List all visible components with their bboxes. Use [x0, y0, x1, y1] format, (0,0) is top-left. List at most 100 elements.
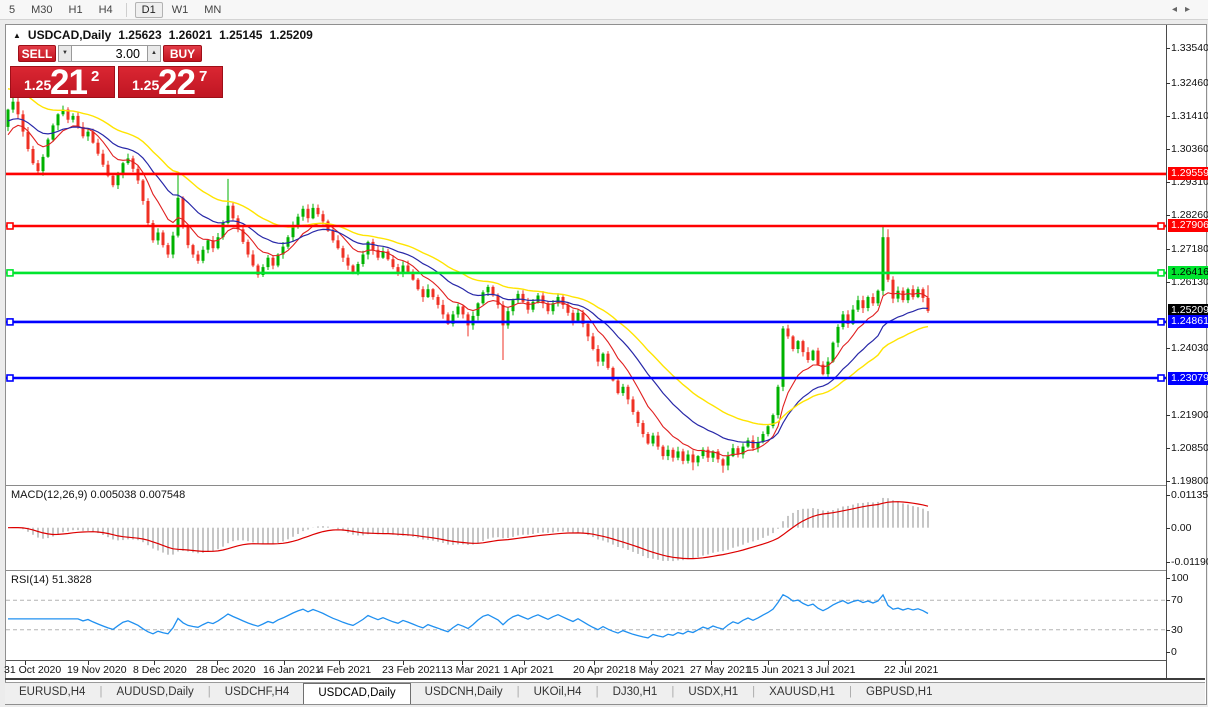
- chart-tab-EURUSD-H4[interactable]: EURUSD,H4: [5, 683, 99, 704]
- timeframe-button-D1[interactable]: D1: [134, 1, 163, 18]
- price-axis-label: 1.20850: [1171, 442, 1208, 455]
- panel-separator[interactable]: [6, 570, 1166, 572]
- date-axis-label: 22 Jul 2021: [884, 664, 939, 676]
- timeframe-button-H1[interactable]: H1: [62, 2, 90, 18]
- price-axis-label: 1.33540: [1171, 42, 1208, 55]
- sell-price-point: 2: [91, 68, 100, 85]
- sell-price-base: 1.25: [24, 77, 52, 93]
- date-axis-label: 3 Jul 2021: [807, 664, 856, 676]
- price-axis-tick: [1166, 495, 1170, 496]
- date-axis-label: 27 May 2021: [690, 664, 751, 676]
- buy-price-pips: 22: [158, 63, 196, 102]
- chart-tab-USDCHF-H4[interactable]: USDCHF,H4: [211, 683, 304, 704]
- price-axis-tick: [1166, 600, 1170, 601]
- level-price-tag: 1.26416: [1168, 266, 1208, 280]
- rsi-axis-label: 70: [1171, 594, 1183, 607]
- chart-window[interactable]: [5, 24, 1207, 705]
- buy-price-base: 1.25: [132, 77, 160, 93]
- price-axis-label: 1.31410: [1171, 109, 1208, 122]
- date-axis-label: 31 Oct 2020: [4, 664, 62, 676]
- date-axis-label: 4 Feb 2021: [318, 664, 372, 676]
- rsi-axis-label: 30: [1171, 623, 1183, 636]
- date-axis-label: 19 Nov 2020: [67, 664, 127, 676]
- timeframe-button-H4[interactable]: H4: [92, 2, 120, 18]
- price-axis-tick: [1166, 481, 1170, 482]
- chart-tab-USDX-H1[interactable]: USDX,H1: [674, 683, 752, 704]
- price-axis-tick: [1166, 48, 1170, 49]
- ohlc-low: 1.25145: [219, 28, 263, 42]
- price-axis-tick: [1166, 652, 1170, 653]
- level-price-tag: 1.23079: [1168, 371, 1208, 385]
- level-price-tag: 1.24861: [1168, 315, 1208, 329]
- ohlc-high: 1.26021: [168, 28, 213, 42]
- panel-separator[interactable]: [6, 485, 1166, 487]
- rsi-indicator-label: RSI(14) 51.3828: [11, 574, 92, 586]
- timeframe-button-M30[interactable]: M30: [24, 2, 59, 18]
- price-axis-label: 1.32460: [1171, 76, 1208, 89]
- date-axis-label: 23 Feb 2021: [382, 664, 441, 676]
- sell-button[interactable]: SELL: [18, 45, 56, 62]
- tab-scroll-arrows[interactable]: ◂▸: [1172, 4, 1198, 15]
- chart-tab-XAUUSD-H1[interactable]: XAUUSD,H1: [755, 683, 849, 704]
- timeframe-button-W1[interactable]: W1: [165, 2, 196, 18]
- date-axis-label: 8 Dec 2020: [133, 664, 187, 676]
- price-axis-tick: [1166, 578, 1170, 579]
- chart-tab-USDCNH-Daily[interactable]: USDCNH,Daily: [411, 683, 517, 704]
- date-axis-label: 8 May 2021: [630, 664, 685, 676]
- macd-axis-label: 0.01135: [1171, 488, 1208, 501]
- date-axis-label: 13 Mar 2021: [441, 664, 500, 676]
- price-axis-tick: [1166, 528, 1170, 529]
- scroll-left-icon[interactable]: ◂: [1172, 4, 1185, 15]
- price-axis-tick: [1166, 348, 1170, 349]
- buy-price-display[interactable]: 1.25 22 7: [118, 63, 223, 102]
- axis-border: [1166, 25, 1167, 678]
- trading-platform-window: 5 M30 H1 H4 D1 W1 MN ▲ USDCAD,Daily 1.25623 1.…: [0, 0, 1208, 707]
- date-axis-label: 15 Jun 2021: [747, 664, 805, 676]
- rsi-axis-label: 0: [1171, 646, 1177, 658]
- timeframe-toolbar: 5 M30 H1 H4 D1 W1 MN: [0, 0, 1208, 20]
- buy-price-point: 7: [199, 68, 208, 85]
- price-axis-tick: [1166, 249, 1170, 250]
- buy-button[interactable]: BUY: [163, 45, 202, 62]
- price-axis-tick: [1166, 215, 1170, 216]
- chart-tab-UKOil-H4[interactable]: UKOil,H4: [520, 683, 596, 704]
- chart-tab-bar: EURUSD,H4 | AUDUSD,Daily | USDCHF,H4 USDCAD,D…: [5, 682, 1205, 704]
- chart-ohlc-readout: ▲ USDCAD,Daily 1.25623 1.26021 1.25145 1…: [13, 28, 313, 42]
- symbol-timeframe-label: USDCAD,Daily: [27, 28, 112, 42]
- chart-tab-GBPUSD-H1[interactable]: GBPUSD,H1: [852, 683, 946, 704]
- tabbar-separator: [5, 678, 1205, 680]
- macd-axis-label: -0.01190: [1171, 556, 1208, 569]
- price-axis-tick: [1166, 282, 1170, 283]
- timeframe-button-MN[interactable]: MN: [197, 2, 228, 18]
- sell-price-pips: 21: [50, 63, 88, 102]
- chart-tab-DJ30-H1[interactable]: DJ30,H1: [599, 683, 672, 704]
- price-axis-tick: [1166, 83, 1170, 84]
- price-axis-tick: [1166, 415, 1170, 416]
- panel-separator: [6, 660, 1166, 661]
- price-axis-tick: [1166, 630, 1170, 631]
- chart-tab-USDCAD-Daily[interactable]: USDCAD,Daily: [303, 683, 411, 704]
- date-axis-label: 28 Dec 2020: [196, 664, 256, 676]
- date-axis-label: 20 Apr 2021: [573, 664, 630, 676]
- scroll-right-icon[interactable]: ▸: [1185, 4, 1198, 15]
- date-axis-label: 16 Jan 2021: [263, 664, 321, 676]
- ohlc-open: 1.25623: [118, 28, 162, 42]
- collapse-arrow-icon[interactable]: ▲: [13, 31, 21, 40]
- macd-indicator-label: MACD(12,26,9) 0.005038 0.007548: [11, 489, 186, 501]
- timeframe-button-5[interactable]: 5: [2, 2, 22, 18]
- price-axis-tick: [1166, 182, 1170, 183]
- chart-tab-AUDUSD-Daily[interactable]: AUDUSD,Daily: [102, 683, 207, 704]
- price-axis-label: 1.19800: [1171, 475, 1208, 488]
- price-axis-label: 1.27180: [1171, 242, 1208, 255]
- rsi-axis-label: 100: [1171, 572, 1189, 584]
- sell-price-display[interactable]: 1.25 21 2: [10, 63, 115, 102]
- volume-input[interactable]: [71, 45, 148, 62]
- price-axis-label: 1.21900: [1171, 409, 1208, 422]
- volume-decrease-button[interactable]: ▼: [58, 45, 72, 62]
- level-price-tag: 1.27906: [1168, 219, 1208, 233]
- level-price-tag: 1.29559: [1168, 167, 1208, 181]
- ohlc-close: 1.25209: [269, 28, 313, 42]
- volume-increase-button[interactable]: ▲: [147, 45, 161, 62]
- date-axis-label: 1 Apr 2021: [503, 664, 554, 676]
- price-axis-tick: [1166, 116, 1170, 117]
